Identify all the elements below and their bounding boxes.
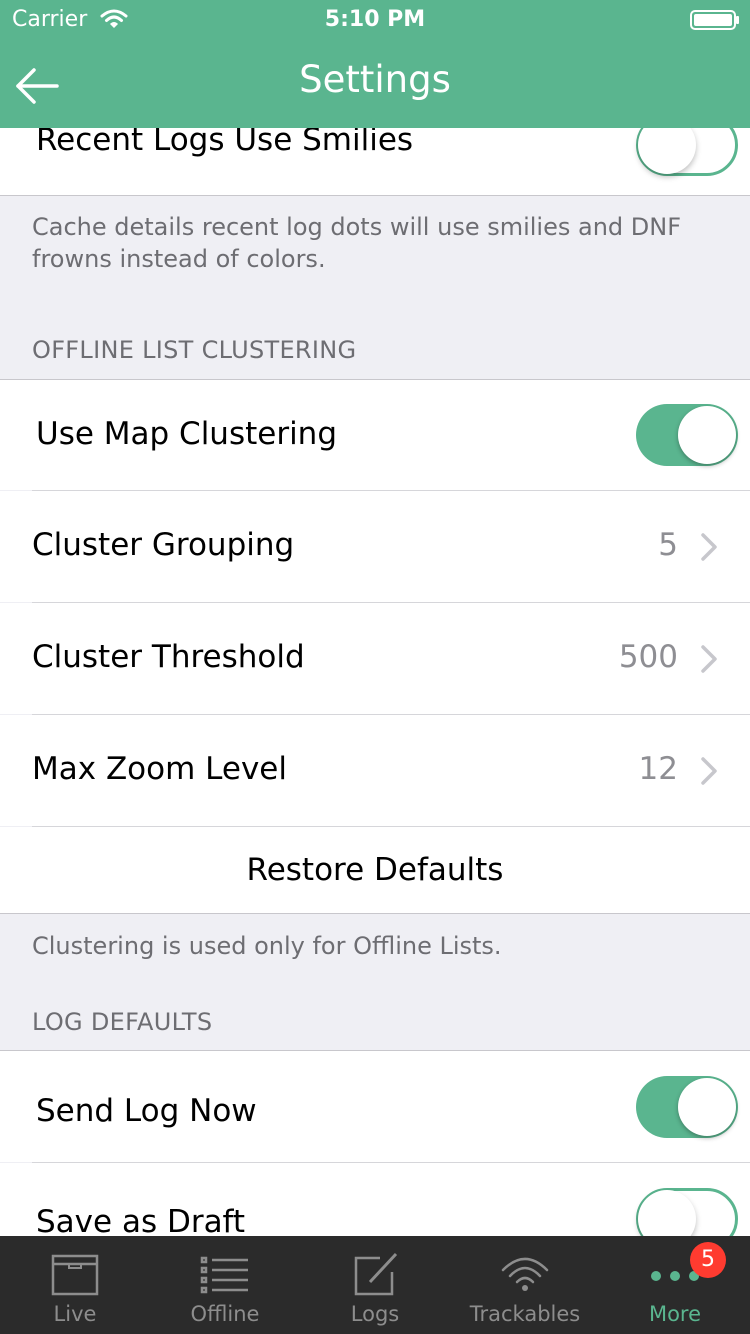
more-badge: 5 xyxy=(690,1242,726,1278)
send-log-now-toggle[interactable] xyxy=(636,1076,738,1138)
page-title: Settings xyxy=(299,58,451,101)
tab-live[interactable]: Live xyxy=(0,1236,150,1334)
cluster-grouping-cell[interactable]: Cluster Grouping 5 xyxy=(0,491,750,602)
toggle-knob xyxy=(678,406,736,464)
tab-offline[interactable]: Offline xyxy=(150,1236,300,1334)
nav-bar: Settings xyxy=(0,40,750,128)
tab-more-label: More xyxy=(648,1302,702,1326)
tab-trackables-label: Trackables xyxy=(469,1302,581,1326)
save-as-draft-toggle[interactable] xyxy=(636,1188,738,1236)
navigation-header: Carrier 5:10 PM Settings xyxy=(0,0,750,128)
save-as-draft-label: Save as Draft xyxy=(36,1204,246,1236)
archive-box-icon xyxy=(51,1254,99,1296)
toggle-knob xyxy=(678,1078,736,1136)
divider xyxy=(0,195,750,196)
tab-live-label: Live xyxy=(53,1302,97,1326)
tab-more[interactable]: More xyxy=(600,1236,750,1334)
restore-defaults-button[interactable]: Restore Defaults xyxy=(0,852,750,888)
restore-defaults-cell[interactable]: Restore Defaults xyxy=(0,827,750,913)
clustering-footer: Clustering is used only for Offline List… xyxy=(32,932,502,960)
cluster-grouping-value: 5 xyxy=(658,527,678,563)
save-as-draft-cell[interactable]: Save as Draft xyxy=(0,1163,750,1236)
section-header-log-defaults: LOG DEFAULTS xyxy=(32,1008,213,1036)
tab-trackables[interactable]: Trackables xyxy=(450,1236,600,1334)
section-header-offline-clustering: OFFLINE LIST CLUSTERING xyxy=(32,336,357,364)
recent-logs-footer: Cache details recent log dots will use s… xyxy=(32,213,682,273)
toggle-knob xyxy=(638,1190,696,1236)
max-zoom-level-label: Max Zoom Level xyxy=(32,751,287,787)
use-map-clustering-label: Use Map Clustering xyxy=(36,416,338,452)
tab-offline-label: Offline xyxy=(190,1302,260,1326)
status-time: 5:10 PM xyxy=(324,7,426,32)
send-log-now-label: Send Log Now xyxy=(36,1093,257,1129)
chevron-right-icon xyxy=(701,533,717,561)
cluster-threshold-value: 500 xyxy=(618,639,678,675)
cluster-threshold-label: Cluster Threshold xyxy=(32,639,305,675)
chevron-right-icon xyxy=(701,645,717,673)
compose-icon xyxy=(354,1252,398,1296)
settings-list[interactable]: Recent Logs Use Smilies Cache details re… xyxy=(0,0,750,1236)
send-log-now-cell[interactable]: Send Log Now xyxy=(0,1051,750,1162)
cluster-threshold-cell[interactable]: Cluster Threshold 500 xyxy=(0,603,750,714)
chevron-right-icon xyxy=(701,757,717,785)
use-map-clustering-cell[interactable]: Use Map Clustering xyxy=(0,380,750,490)
tab-logs-label: Logs xyxy=(350,1302,400,1326)
divider xyxy=(0,913,750,914)
max-zoom-level-value: 12 xyxy=(638,751,678,787)
tab-bar: Live Offline Logs Trackables More xyxy=(0,1236,750,1334)
status-bar: Carrier 5:10 PM xyxy=(0,0,750,40)
cluster-grouping-label: Cluster Grouping xyxy=(32,527,295,563)
battery-icon xyxy=(690,10,739,30)
tab-logs[interactable]: Logs xyxy=(300,1236,450,1334)
use-map-clustering-toggle[interactable] xyxy=(636,404,738,466)
signal-icon xyxy=(501,1257,549,1291)
list-icon xyxy=(200,1256,248,1294)
max-zoom-level-cell[interactable]: Max Zoom Level 12 xyxy=(0,715,750,826)
